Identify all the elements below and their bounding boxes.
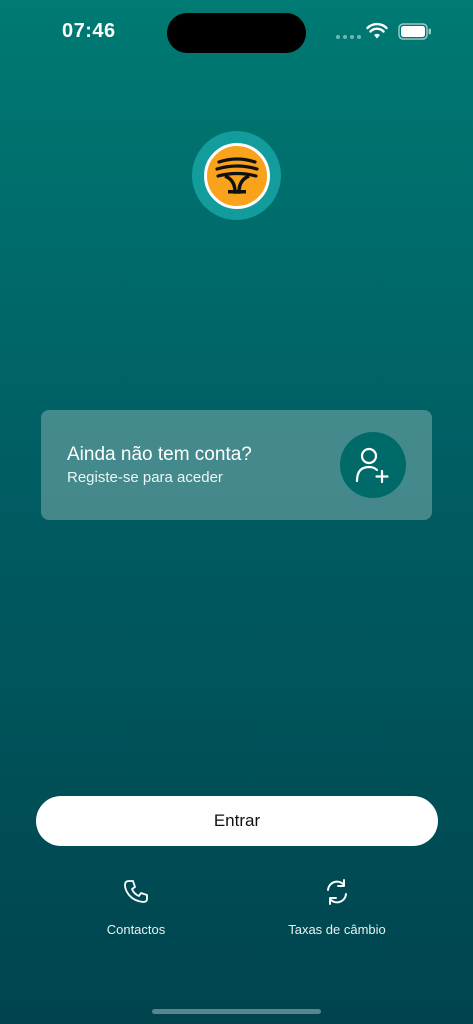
wifi-icon [366,22,388,39]
refresh-icon [327,879,347,905]
app-logo [192,131,281,220]
status-bar: 07:46 [0,0,473,64]
add-user-icon[interactable] [340,432,406,498]
exchange-rates-label: Taxas de câmbio [288,922,386,937]
cellular-signal-icon [336,35,361,39]
exchange-rates-button[interactable]: Taxas de câmbio [277,878,397,937]
dynamic-island [167,13,306,53]
home-indicator[interactable] [152,1009,321,1014]
login-button[interactable]: Entrar [36,796,438,846]
status-time: 07:46 [62,20,116,42]
contacts-label: Contactos [106,922,166,937]
register-card[interactable]: Ainda não tem conta? Registe-se para ace… [41,410,432,520]
register-card-title: Ainda não tem conta? [67,444,252,465]
contacts-button[interactable]: Contactos [96,878,176,937]
tree-logo-icon [203,142,270,209]
phone-icon [124,880,148,903]
register-card-subtitle: Registe-se para aceder [67,469,223,486]
battery-icon [398,23,431,40]
